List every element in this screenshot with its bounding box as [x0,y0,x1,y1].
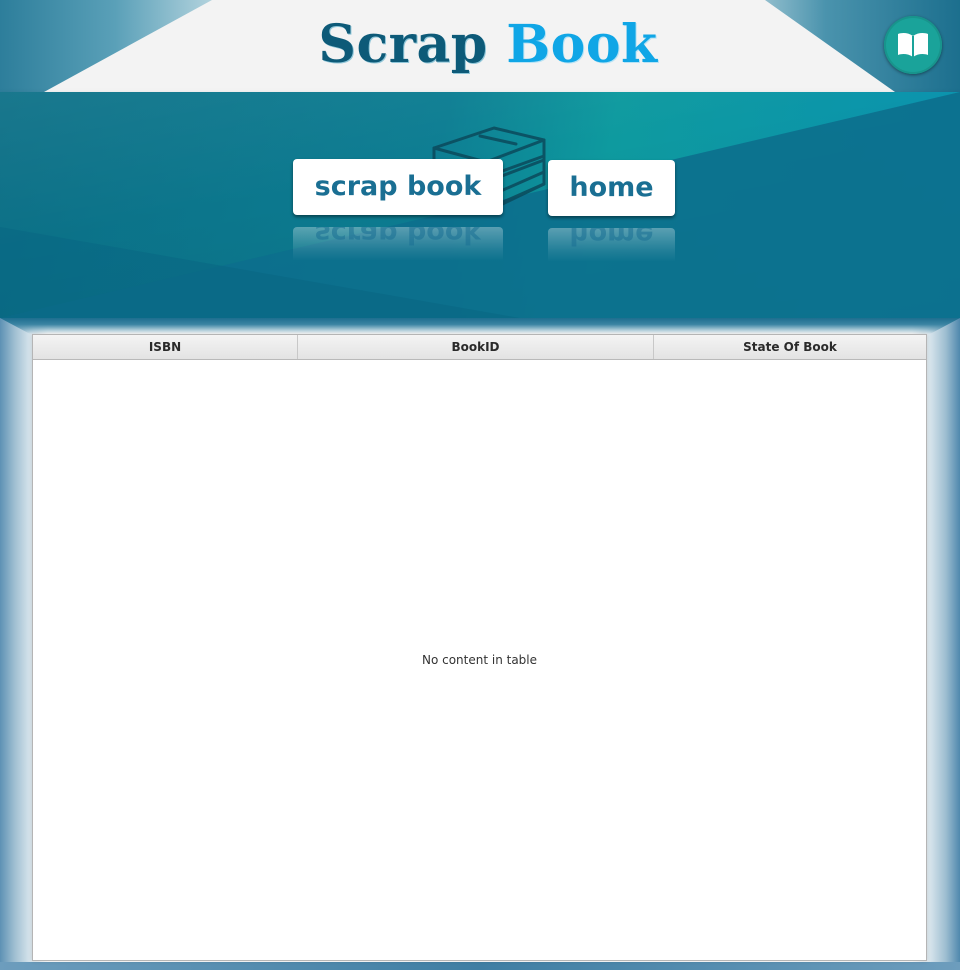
content-frame-top-edge [0,318,960,334]
column-header-isbn[interactable]: ISBN [33,335,298,359]
books-table[interactable]: ISBN BookID State Of Book No content in … [32,334,927,961]
table-header: ISBN BookID State Of Book [33,335,926,360]
home-button-reflection: home [548,228,675,262]
app-title-word-book: Book [506,14,658,75]
scrap-book-reflection-text: scrap book [314,227,482,249]
scrap-book-button[interactable]: scrap book [293,159,503,215]
column-header-state-of-book[interactable]: State Of Book [654,335,926,359]
home-reflection-text: home [569,228,654,250]
table-empty-placeholder: No content in table [421,653,538,667]
home-button[interactable]: home [548,160,675,216]
app-title-word-scrap: Scrap [318,14,488,75]
column-header-bookid[interactable]: BookID [298,335,654,359]
open-book-icon[interactable] [884,16,942,74]
content-frame-bottom-edge [0,962,960,970]
scrap-book-button-reflection: scrap book [293,227,503,261]
app-title: Scrap Book [0,10,960,80]
